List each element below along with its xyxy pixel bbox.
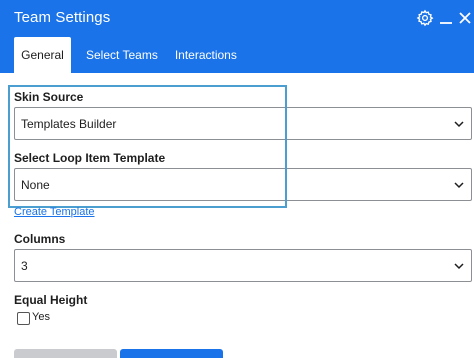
- dialog-title: Team Settings: [14, 9, 111, 26]
- chevron-down-icon: [454, 263, 464, 270]
- minimize-icon[interactable]: [437, 9, 455, 27]
- skin-source-value: Templates Builder: [21, 116, 117, 131]
- loop-item-template-label: Select Loop Item Template: [14, 151, 166, 165]
- loop-item-template-value: None: [21, 177, 50, 192]
- tab-interactions[interactable]: Interactions: [167, 37, 245, 73]
- equal-height-option-label: Yes: [32, 311, 50, 323]
- skin-source-select[interactable]: Templates Builder: [14, 107, 472, 140]
- close-icon[interactable]: [456, 9, 474, 27]
- gear-icon[interactable]: [416, 9, 434, 27]
- dialog-header: Team Settings General Select Teams Inter…: [0, 0, 474, 73]
- columns-select[interactable]: 3: [14, 249, 472, 282]
- tab-select-teams[interactable]: Select Teams: [78, 37, 166, 73]
- tab-general[interactable]: General: [14, 37, 71, 73]
- chevron-down-icon: [454, 182, 464, 189]
- create-template-link[interactable]: Create Template: [14, 206, 95, 218]
- cancel-button[interactable]: [14, 349, 117, 358]
- loop-item-template-select[interactable]: None: [14, 168, 472, 201]
- columns-value: 3: [21, 258, 28, 273]
- equal-height-label: Equal Height: [14, 293, 88, 307]
- skin-source-label: Skin Source: [14, 90, 84, 104]
- tab-bar: General Select Teams Interactions: [14, 37, 246, 73]
- save-button[interactable]: [120, 349, 223, 358]
- columns-label: Columns: [14, 232, 66, 246]
- equal-height-checkbox[interactable]: [17, 312, 30, 325]
- chevron-down-icon: [454, 121, 464, 128]
